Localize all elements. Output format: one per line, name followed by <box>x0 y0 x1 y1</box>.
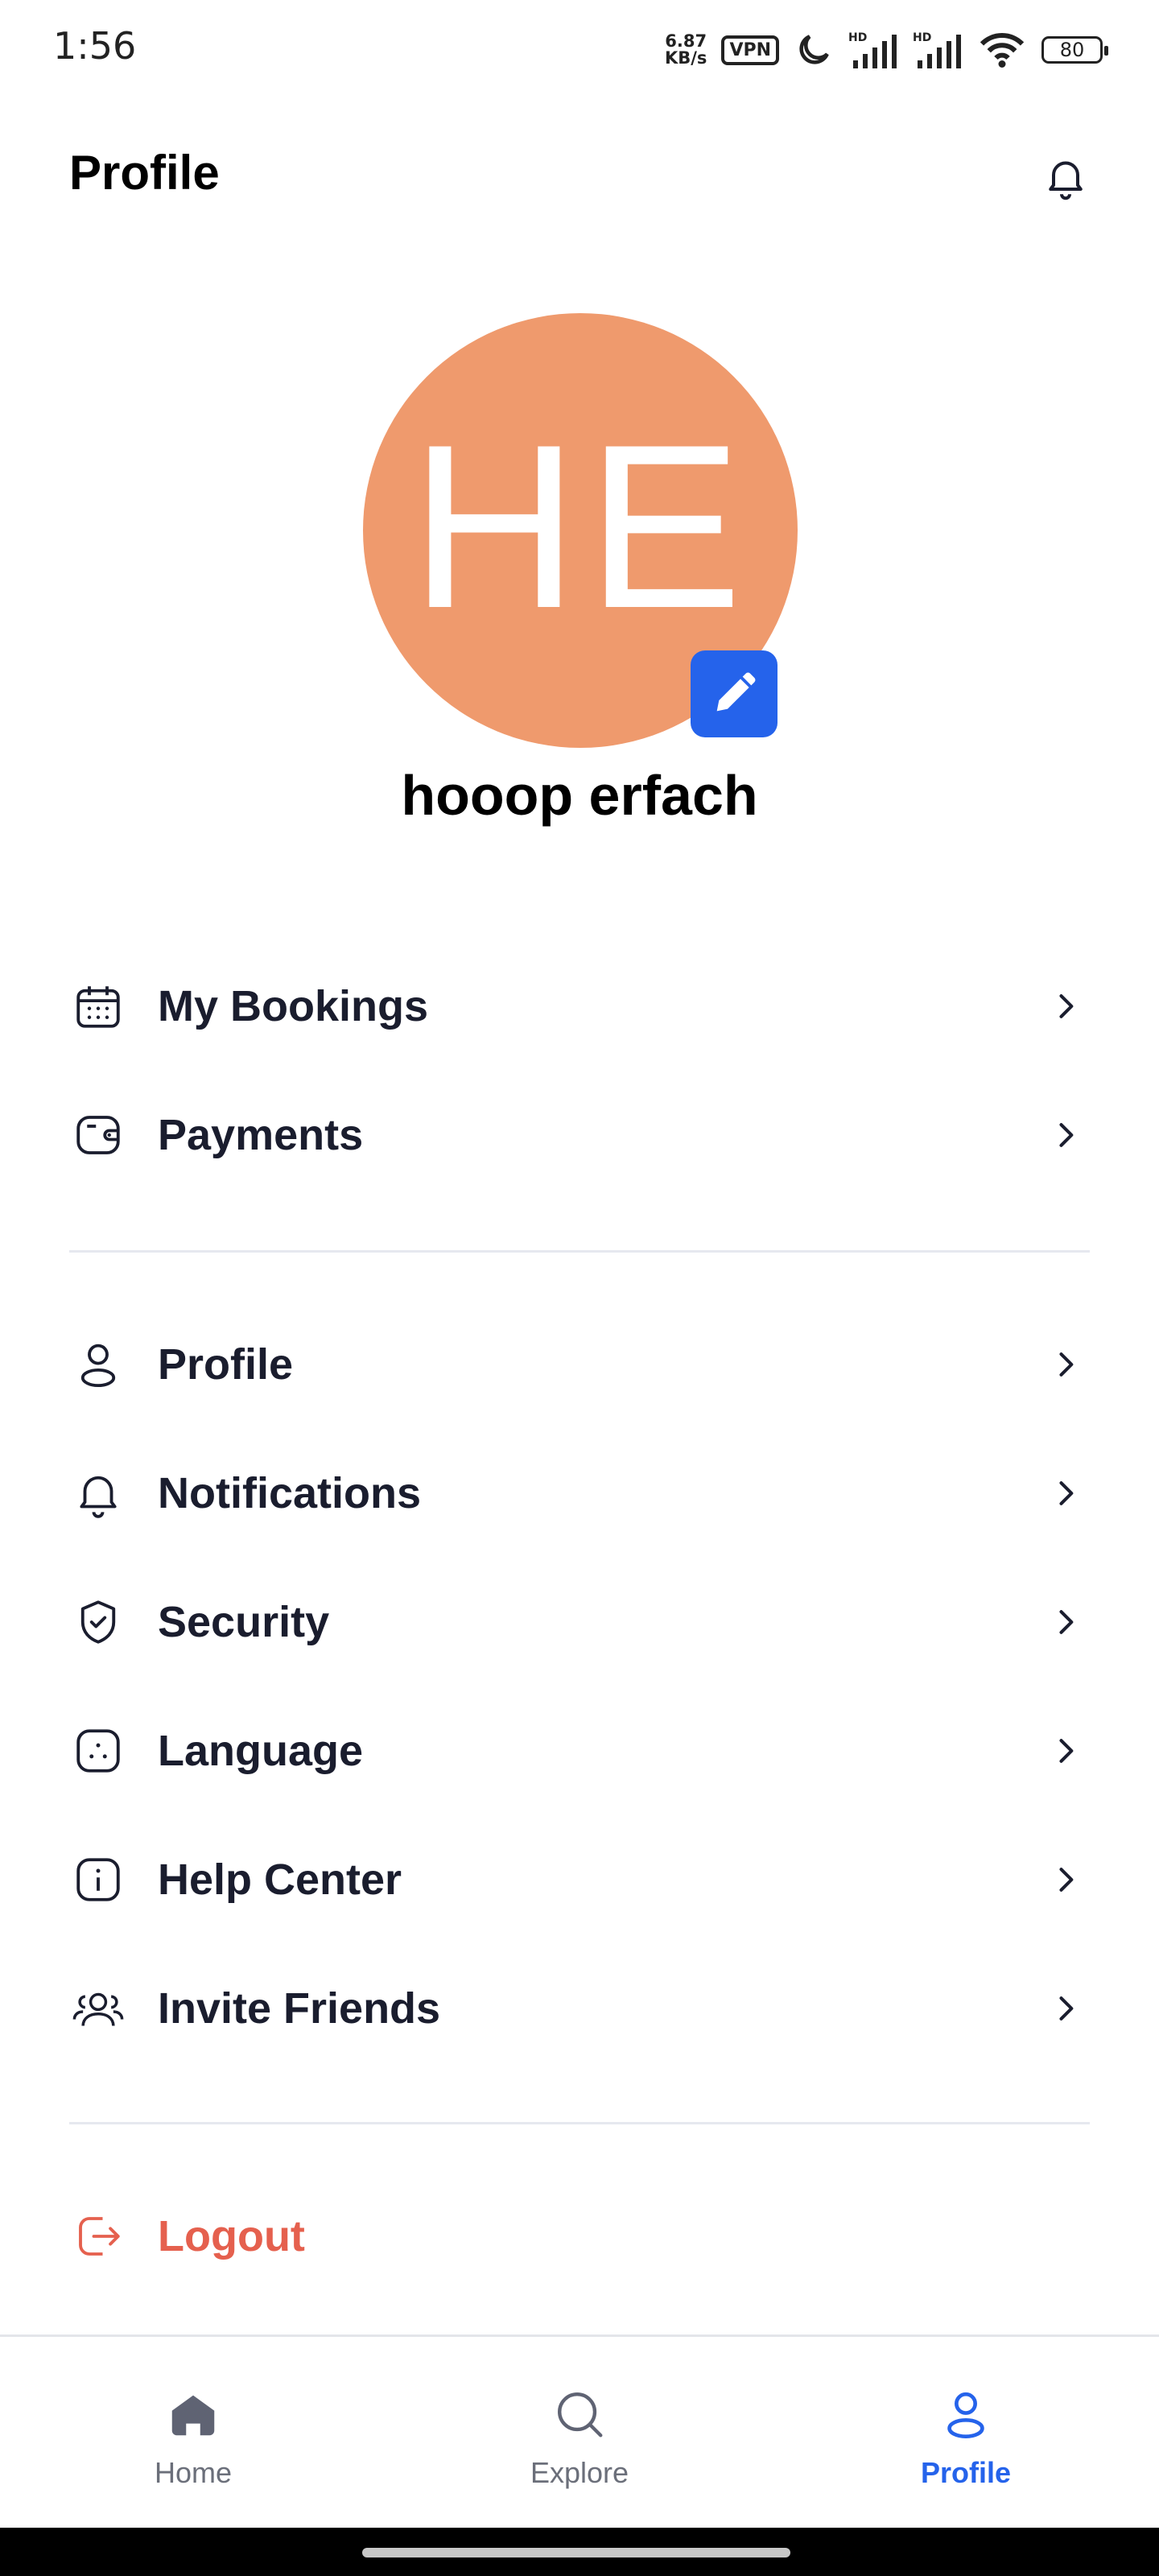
info-icon <box>69 1851 127 1909</box>
menu-item-my-bookings[interactable]: My Bookings <box>69 958 1090 1055</box>
svg-text:HD: HD <box>913 31 931 44</box>
users-icon <box>69 1979 127 2037</box>
logout-button[interactable]: Logout <box>69 2188 1090 2285</box>
logout-label: Logout <box>158 2212 305 2260</box>
svg-text:HD: HD <box>848 31 867 44</box>
network-speed-value: 6.87 <box>665 31 707 51</box>
logout-icon <box>69 2207 127 2265</box>
status-icons: 6.87 KB/s VPN HD HD 80 <box>665 27 1108 72</box>
user-name: hooop erfach <box>401 764 758 827</box>
network-speed-unit: KB/s <box>664 48 707 68</box>
chevron-right-icon <box>1041 1984 1090 2033</box>
chevron-right-icon <box>1041 1340 1090 1389</box>
avatar-initials: HE <box>410 395 751 657</box>
nav-label: Explore <box>530 2456 629 2489</box>
shield-icon <box>69 1593 127 1651</box>
menu-item-payments[interactable]: Payments <box>69 1087 1090 1183</box>
status-time: 1:56 <box>53 24 137 68</box>
network-speed: 6.87 KB/s <box>665 33 707 67</box>
menu-item-profile[interactable]: Profile <box>69 1316 1090 1413</box>
signal-icon: HD <box>848 31 897 68</box>
chevron-right-icon <box>1041 1111 1090 1159</box>
divider <box>69 2122 1090 2124</box>
status-bar: 1:56 6.87 KB/s VPN HD HD 80 <box>0 0 1159 97</box>
calendar-icon <box>69 977 127 1035</box>
edit-avatar-button[interactable] <box>691 650 777 737</box>
pencil-icon <box>716 672 756 712</box>
menu-label: Language <box>158 1727 364 1775</box>
wallet-icon <box>69 1106 127 1164</box>
page-title: Profile <box>69 146 220 200</box>
notifications-bell-icon[interactable] <box>1041 153 1090 201</box>
menu-item-notifications[interactable]: Notifications <box>69 1445 1090 1542</box>
chevron-right-icon <box>1041 1727 1090 1775</box>
divider <box>69 1250 1090 1253</box>
menu-label: Security <box>158 1598 330 1646</box>
user-icon <box>934 2382 998 2446</box>
menu-label: Notifications <box>158 1469 422 1517</box>
menu-label: Profile <box>158 1340 294 1389</box>
nav-item-home[interactable]: Home <box>72 2337 314 2530</box>
search-icon <box>547 2382 612 2446</box>
menu-item-invite-friends[interactable]: Invite Friends <box>69 1960 1090 2057</box>
chevron-right-icon <box>1041 1469 1090 1517</box>
home-gesture-bar[interactable] <box>362 2548 790 2557</box>
menu-label: My Bookings <box>158 982 429 1030</box>
wifi-icon <box>980 33 1025 68</box>
menu-label: Payments <box>158 1111 364 1159</box>
nav-label: Profile <box>920 2456 1012 2489</box>
signal-icon-2: HD <box>913 31 961 68</box>
menu-label: Invite Friends <box>158 1984 441 2033</box>
vpn-badge: VPN <box>721 35 779 65</box>
menu-item-help-center[interactable]: Help Center <box>69 1831 1090 1928</box>
chevron-right-icon <box>1041 982 1090 1030</box>
bottom-navigation: Home Explore Profile <box>0 2334 1159 2530</box>
menu-item-language[interactable]: Language <box>69 1703 1090 1799</box>
chevron-right-icon <box>1041 1598 1090 1646</box>
menu-label: Help Center <box>158 1856 402 1904</box>
user-icon <box>69 1335 127 1393</box>
nav-label: Home <box>154 2456 233 2489</box>
bell-icon <box>69 1464 127 1522</box>
nav-item-profile[interactable]: Profile <box>845 2337 1087 2530</box>
language-icon <box>69 1722 127 1780</box>
nav-item-explore[interactable]: Explore <box>459 2337 700 2530</box>
battery-indicator: 80 <box>1041 36 1108 64</box>
chevron-right-icon <box>1041 1856 1090 1904</box>
home-icon <box>161 2382 225 2446</box>
menu-item-security[interactable]: Security <box>69 1574 1090 1670</box>
moon-icon <box>799 35 829 64</box>
